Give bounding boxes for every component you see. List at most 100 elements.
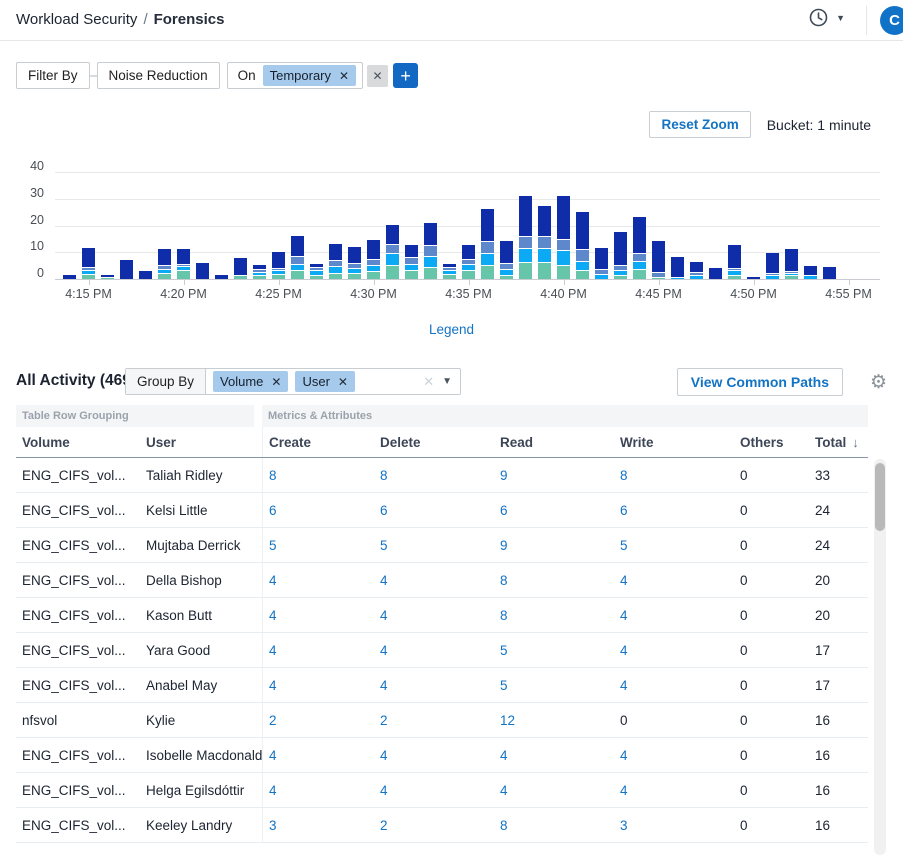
stacked-bar-4-48-PM[interactable] [709, 268, 722, 279]
stacked-bar-4-47-PM[interactable] [690, 262, 703, 279]
stacked-bar-4-32-PM[interactable] [405, 245, 418, 279]
stacked-bar-4-41-PM[interactable] [576, 212, 589, 279]
stacked-bar-4-29-PM[interactable] [348, 247, 361, 279]
stacked-bar-4-30-PM[interactable] [367, 240, 380, 279]
table-settings-gear-icon[interactable]: ⚙ [870, 371, 887, 394]
table-row[interactable]: ENG_CIFS_vol...Yara Good4454017 [16, 633, 868, 668]
stacked-bar-4-53-PM[interactable] [804, 266, 817, 279]
legend-link[interactable]: Legend [0, 322, 903, 337]
count-link[interactable]: 8 [269, 468, 277, 483]
temporary-chip-close-icon[interactable]: ✕ [339, 69, 349, 83]
filter-by-button[interactable]: Filter By [16, 62, 90, 89]
count-link[interactable]: 2 [269, 713, 277, 728]
stacked-bar-4-18-PM[interactable] [139, 271, 152, 279]
stacked-bar-4-46-PM[interactable] [671, 257, 684, 279]
activity-history-chart[interactable]: 0102030404:15 PM4:20 PM4:25 PM4:30 PM4:3… [55, 173, 880, 280]
stacked-bar-4-20-PM[interactable] [177, 249, 190, 279]
count-link[interactable]: 4 [620, 678, 628, 693]
count-link[interactable]: 4 [620, 748, 628, 763]
stacked-bar-4-23-PM[interactable] [234, 258, 247, 279]
group-by-clear-icon[interactable]: ✕ [423, 374, 434, 390]
table-row[interactable]: ENG_CIFS_vol...Isobelle Macdonald4444016 [16, 738, 868, 773]
table-row[interactable]: ENG_CIFS_vol...Kason Butt4484020 [16, 598, 868, 633]
column-header-total[interactable]: Total↓ [809, 435, 868, 450]
group-by-label[interactable]: Group By [126, 369, 206, 394]
group-by-chip-user[interactable]: User✕ [295, 371, 355, 392]
stacked-bar-4-15-PM[interactable] [82, 248, 95, 279]
table-row[interactable]: ENG_CIFS_vol...Kelsi Little6666024 [16, 493, 868, 528]
count-link[interactable]: 4 [620, 783, 628, 798]
count-link[interactable]: 3 [620, 818, 628, 833]
table-scrollbar-thumb[interactable] [875, 463, 885, 531]
stacked-bar-4-17-PM[interactable] [120, 260, 133, 279]
noise-reduction-filter-button[interactable]: Noise Reduction [97, 62, 220, 89]
column-header-others[interactable]: Others [734, 435, 809, 450]
count-link[interactable]: 4 [620, 573, 628, 588]
stacked-bar-4-52-PM[interactable] [785, 249, 798, 279]
count-link[interactable]: 6 [620, 503, 628, 518]
stacked-bar-4-21-PM[interactable] [196, 263, 209, 279]
stacked-bar-4-35-PM[interactable] [462, 245, 475, 279]
count-link[interactable]: 4 [620, 608, 628, 623]
stacked-bar-4-27-PM[interactable] [310, 264, 323, 279]
stacked-bar-4-26-PM[interactable] [291, 236, 304, 279]
stacked-bar-4-33-PM[interactable] [424, 223, 437, 279]
count-link[interactable]: 4 [269, 748, 277, 763]
stacked-bar-4-49-PM[interactable] [728, 245, 741, 279]
temporary-filter-chip[interactable]: Temporary ✕ [263, 65, 356, 86]
count-link[interactable]: 8 [620, 468, 628, 483]
table-row[interactable]: ENG_CIFS_vol...Mujtaba Derrick5595024 [16, 528, 868, 563]
breadcrumb-section[interactable]: Workload Security [16, 11, 137, 28]
count-link[interactable]: 4 [269, 783, 277, 798]
column-header-volume[interactable]: Volume [16, 435, 140, 450]
noise-reduction-value-box[interactable]: On Temporary ✕ [227, 62, 364, 89]
group-by-chip-volume[interactable]: Volume✕ [213, 371, 288, 392]
table-row[interactable]: nfsvolKylie22120016 [16, 703, 868, 738]
clear-filter-button[interactable]: ✕ [367, 65, 388, 87]
count-link[interactable]: 4 [269, 643, 277, 658]
column-header-write[interactable]: Write [614, 435, 734, 450]
table-row-partial[interactable] [16, 843, 868, 855]
count-link[interactable]: 8 [380, 468, 388, 483]
count-link[interactable]: 4 [380, 748, 388, 763]
count-link[interactable]: 4 [269, 573, 277, 588]
count-link[interactable]: 6 [269, 503, 277, 518]
stacked-bar-4-38-PM[interactable] [519, 196, 532, 279]
count-link[interactable]: 9 [500, 468, 508, 483]
view-common-paths-button[interactable]: View Common Paths [677, 368, 843, 396]
count-link[interactable]: 4 [500, 783, 508, 798]
stacked-bar-4-51-PM[interactable] [766, 253, 779, 279]
sort-descending-icon[interactable]: ↓ [852, 435, 859, 450]
count-link[interactable]: 2 [380, 818, 388, 833]
count-link[interactable]: 4 [380, 643, 388, 658]
user-avatar[interactable]: C [880, 6, 903, 35]
time-range-picker[interactable]: ▼ [809, 8, 845, 27]
stacked-bar-4-25-PM[interactable] [272, 252, 285, 279]
table-row[interactable]: ENG_CIFS_vol...Della Bishop4484020 [16, 563, 868, 598]
count-link[interactable]: 5 [500, 678, 508, 693]
table-row[interactable]: ENG_CIFS_vol...Keeley Landry3283016 [16, 808, 868, 843]
stacked-bar-4-34-PM[interactable] [443, 264, 456, 279]
stacked-bar-4-50-PM[interactable] [747, 277, 760, 279]
table-row[interactable]: ENG_CIFS_vol...Taliah Ridley8898033 [16, 458, 868, 493]
count-link[interactable]: 8 [500, 608, 508, 623]
add-filter-button[interactable]: + [393, 63, 418, 88]
stacked-bar-4-16-PM[interactable] [101, 275, 114, 279]
count-link[interactable]: 8 [500, 818, 508, 833]
count-link[interactable]: 4 [380, 608, 388, 623]
count-link[interactable]: 5 [380, 538, 388, 553]
stacked-bar-4-36-PM[interactable] [481, 209, 494, 279]
column-header-create[interactable]: Create [262, 427, 374, 457]
count-link[interactable]: 2 [380, 713, 388, 728]
chip-close-icon[interactable]: ✕ [271, 375, 281, 389]
stacked-bar-4-28-PM[interactable] [329, 244, 342, 279]
count-link[interactable]: 5 [500, 643, 508, 658]
count-link[interactable]: 9 [500, 538, 508, 553]
group-by-control[interactable]: Group By Volume✕ User✕ ✕ ▼ [125, 368, 461, 395]
count-link[interactable]: 12 [500, 713, 515, 728]
group-by-caret-icon[interactable]: ▼ [442, 376, 452, 387]
stacked-bar-4-19-PM[interactable] [158, 249, 171, 279]
table-row[interactable]: ENG_CIFS_vol...Anabel May4454017 [16, 668, 868, 703]
stacked-bar-4-39-PM[interactable] [538, 206, 551, 279]
column-header-user[interactable]: User [140, 435, 262, 450]
